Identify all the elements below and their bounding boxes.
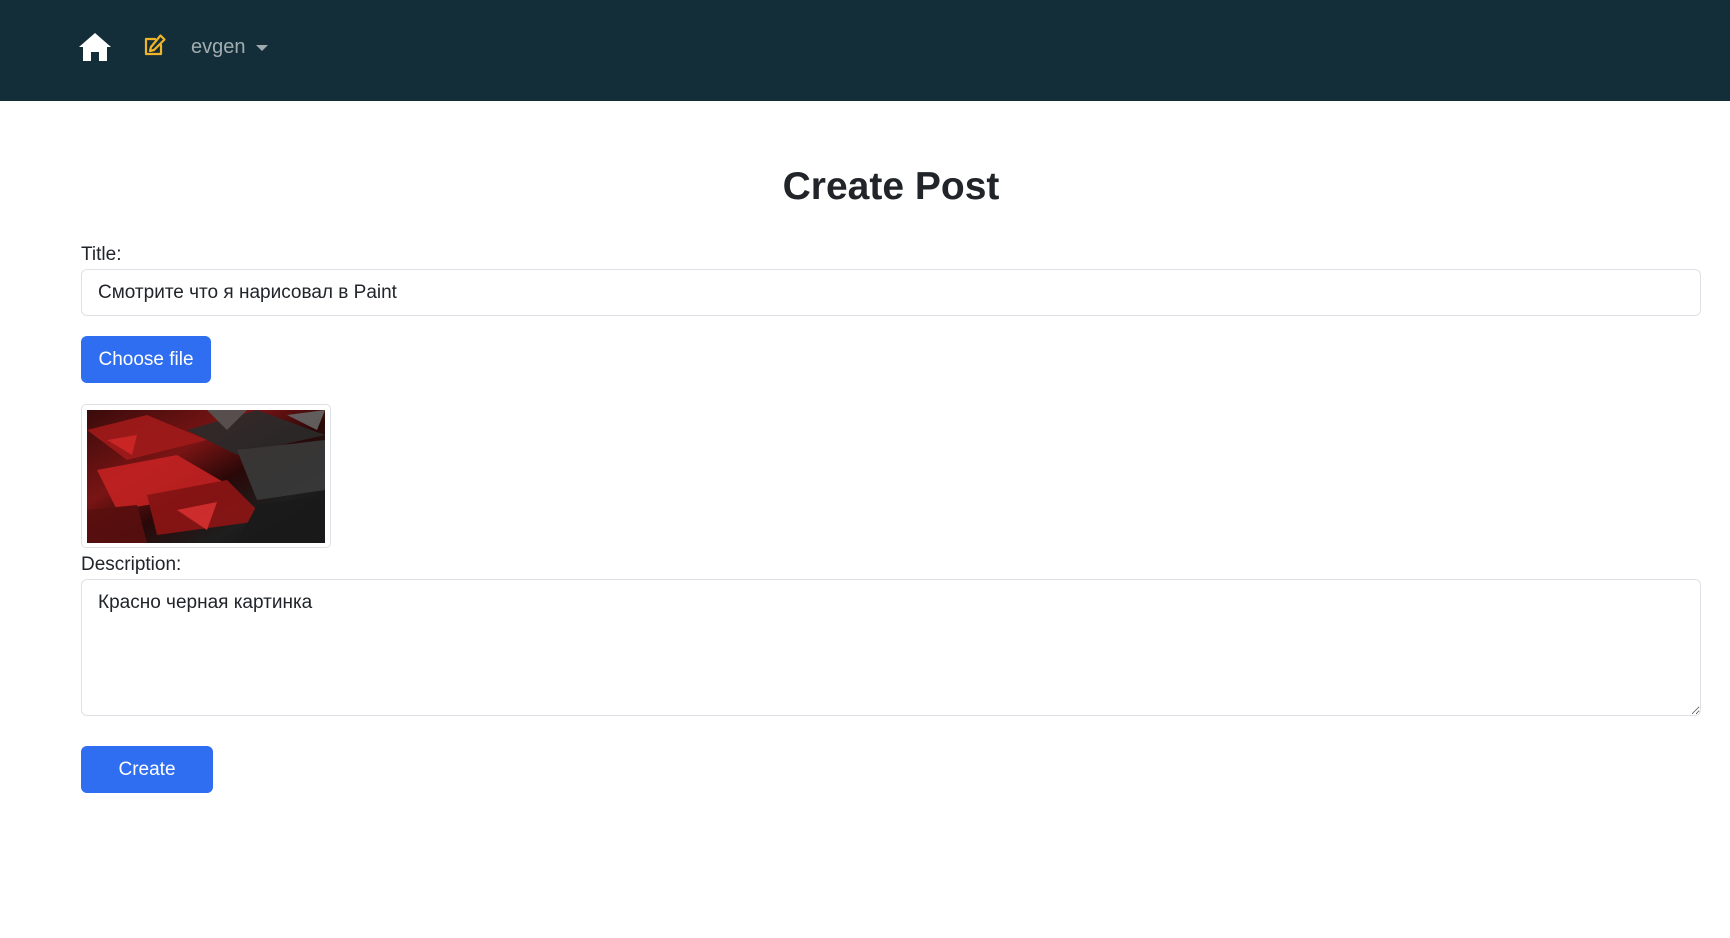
choose-file-button[interactable]: Choose file: [81, 336, 211, 383]
pencil-square-icon[interactable]: [143, 33, 167, 57]
preview-image: [87, 410, 325, 543]
create-post-button[interactable]: Create Post: [81, 746, 213, 827]
user-dropdown[interactable]: evgen: [191, 33, 268, 61]
username-label: evgen: [191, 35, 246, 58]
description-label: Description:: [81, 554, 182, 575]
caret-down-icon: [255, 45, 268, 51]
page-title: Create Post: [782, 165, 1000, 208]
image-preview: [81, 404, 331, 548]
description-textarea[interactable]: Красно черная картинка: [81, 579, 1701, 716]
home-icon[interactable]: [78, 31, 112, 63]
title-input[interactable]: [81, 269, 1701, 316]
top-navbar: evgen: [0, 0, 1730, 101]
title-label: Title:: [81, 244, 122, 265]
